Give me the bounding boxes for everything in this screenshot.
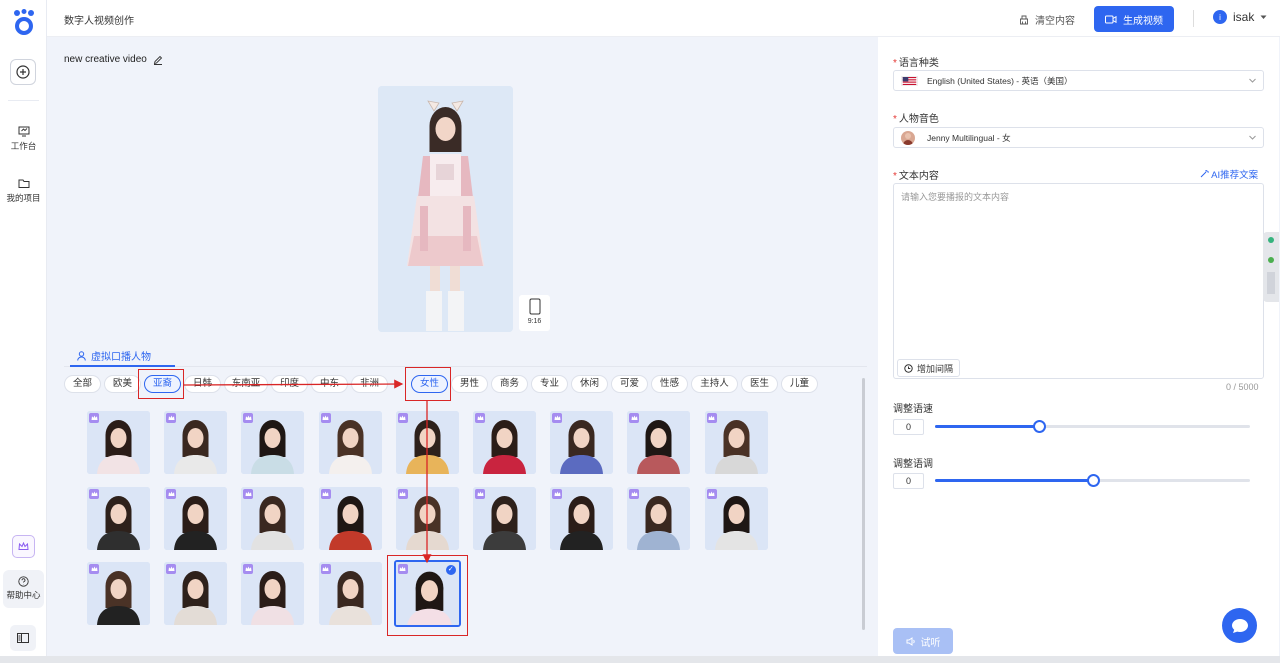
- text-placeholder: 请输入您要播报的文本内容: [901, 192, 1010, 202]
- char-counter: 0 / 5000: [1226, 382, 1259, 392]
- try-listen-label: 试听: [920, 637, 941, 649]
- voice-avatar: [901, 130, 915, 145]
- speed-slider[interactable]: [935, 420, 1250, 433]
- speed-slider-handle[interactable]: [1032, 420, 1046, 433]
- language-label: * 语言种类: [893, 58, 939, 69]
- voice-select[interactable]: Jenny Multilingual - 女: [893, 127, 1264, 148]
- pitch-slider-handle[interactable]: [1086, 474, 1100, 487]
- voice-value: Jenny Multilingual - 女: [927, 132, 1011, 143]
- pitch-slider[interactable]: [935, 474, 1250, 487]
- speed-label: 调整语速: [893, 404, 933, 415]
- pitch-label: 调整语调: [893, 459, 933, 470]
- text-content-input[interactable]: 请输入您要播报的文本内容 增加间隔: [893, 183, 1264, 379]
- pitch-input[interactable]: 0: [893, 473, 924, 489]
- settings-panel: * 语言种类 English (United States) - 英语（美国） *…: [878, 37, 1279, 663]
- language-value: English (United States) - 英语（美国）: [927, 75, 1073, 86]
- us-flag-icon: [901, 75, 918, 86]
- text-label: * 文本内容: [893, 171, 939, 182]
- try-listen-button[interactable]: 试听: [893, 628, 953, 654]
- annotation-arrow-right: [183, 379, 404, 389]
- speaker-icon: [906, 636, 915, 646]
- magic-wand-icon: [1200, 170, 1209, 178]
- add-pause-label: 增加间隔: [917, 363, 954, 374]
- speed-slider-fill: [935, 425, 1039, 428]
- chevron-down-icon: [1249, 135, 1256, 140]
- ai-recommend-label: AI推荐文案: [1211, 170, 1259, 181]
- language-select[interactable]: English (United States) - 英语（美国）: [893, 70, 1264, 91]
- pitch-slider-fill: [935, 479, 1093, 482]
- voice-label: * 人物音色: [893, 114, 939, 125]
- chevron-down-icon: [1249, 78, 1256, 83]
- chat-support-button[interactable]: [1222, 608, 1257, 643]
- speed-input[interactable]: 0: [893, 419, 924, 435]
- horizontal-scrollbar[interactable]: [0, 656, 1280, 663]
- chat-bubble-icon: [1231, 618, 1248, 633]
- clock-icon: [904, 363, 913, 373]
- ai-recommend-button[interactable]: AI推荐文案: [1200, 167, 1258, 181]
- add-pause-button[interactable]: 增加间隔: [897, 359, 961, 377]
- side-widget[interactable]: [1263, 232, 1279, 302]
